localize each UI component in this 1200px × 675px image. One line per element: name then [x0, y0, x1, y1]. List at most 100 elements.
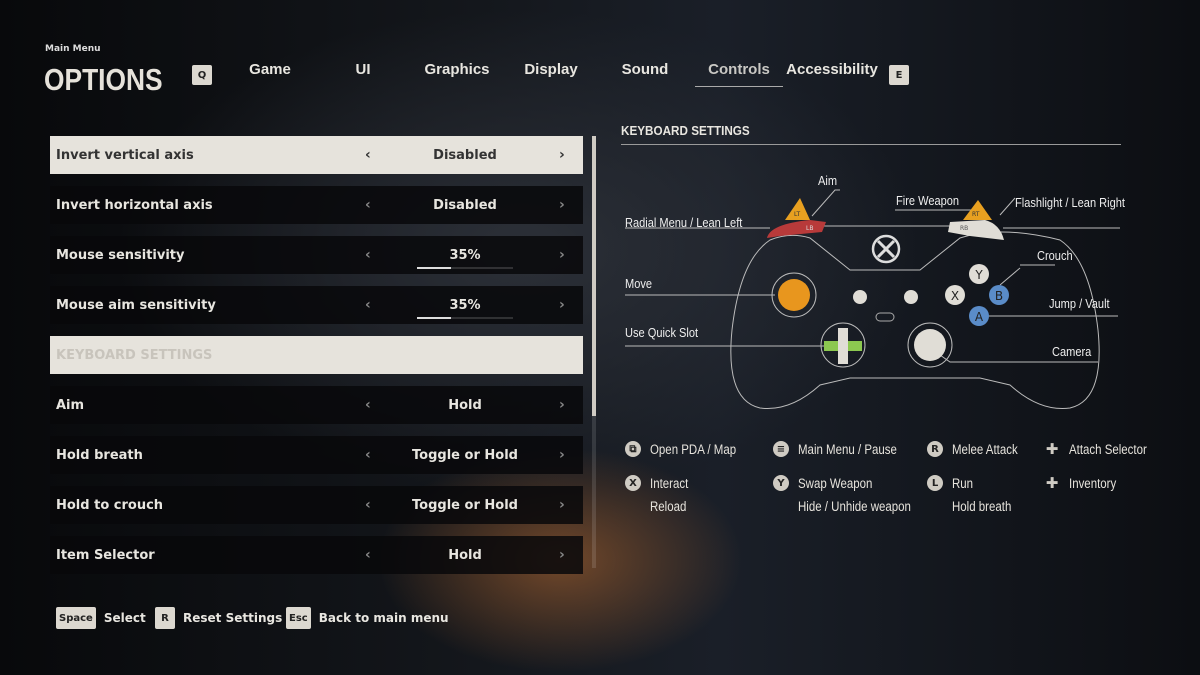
a-glyph: A — [975, 310, 984, 324]
legend-item: X Interact Reload — [625, 472, 695, 518]
tab-ui[interactable]: UI — [356, 61, 371, 78]
setting-label: KEYBOARD SETTINGS — [56, 347, 213, 363]
rb-label: RB — [960, 225, 968, 232]
footer-label: Reset Settings — [183, 611, 283, 625]
setting-row-mouse-sensitivity[interactable]: Mouse sensitivity ‹ 35% › — [50, 236, 583, 274]
chevron-left-icon[interactable]: ‹ — [365, 447, 371, 463]
slider-fill — [417, 267, 451, 269]
chevron-right-icon[interactable]: › — [559, 197, 565, 213]
chevron-right-icon[interactable]: › — [559, 397, 565, 413]
menu-button-icon — [904, 290, 918, 304]
chevron-left-icon[interactable]: ‹ — [365, 247, 371, 263]
lb-label: LB — [806, 225, 813, 232]
legend-item: ≡ Main Menu / Pause — [773, 438, 914, 461]
slider-track[interactable] — [417, 267, 513, 269]
label-fire-weapon: Fire Weapon — [896, 193, 960, 208]
dpad-left-right-icon: ✚ — [1045, 440, 1059, 458]
chevron-left-icon[interactable]: ‹ — [365, 397, 371, 413]
setting-value: Toggle or Hold — [412, 497, 518, 513]
setting-row-item-selector[interactable]: Item Selector ‹ Hold › — [50, 536, 583, 574]
slider-fill — [417, 317, 451, 319]
tab-accessibility[interactable]: Accessibility — [786, 61, 878, 78]
setting-row-aim[interactable]: Aim ‹ Hold › — [50, 386, 583, 424]
label-quick-slot: Use Quick Slot — [625, 325, 699, 340]
rb-bumper-icon — [948, 220, 1004, 240]
b-glyph: B — [995, 289, 1003, 303]
xbox-logo-icon — [871, 234, 901, 264]
legend-text: Attach Selector — [1069, 442, 1147, 457]
right-stick-icon — [914, 329, 946, 361]
label-move: Move — [625, 276, 653, 291]
right-stick-click-icon: R — [927, 441, 943, 457]
dpad-icon — [824, 328, 862, 364]
tab-controls[interactable]: Controls — [708, 61, 770, 78]
label-radial-menu: Radial Menu / Lean Left — [625, 215, 743, 230]
footer-label: Back to main menu — [318, 611, 449, 625]
section-header-keyboard-settings: KEYBOARD SETTINGS — [50, 336, 583, 374]
label-flashlight: Flashlight / Lean Right — [1015, 195, 1125, 210]
slider-track[interactable] — [417, 317, 513, 319]
chevron-left-icon[interactable]: ‹ — [365, 297, 371, 313]
footer-label: Select — [103, 611, 146, 625]
setting-row-mouse-aim-sensitivity[interactable]: Mouse aim sensitivity ‹ 35% › — [50, 286, 583, 324]
setting-label: Mouse sensitivity — [56, 247, 185, 263]
legend-text: Main Menu / Pause — [798, 442, 897, 457]
setting-row-invert-vertical-axis[interactable]: Invert vertical axis ‹ Disabled › — [50, 136, 583, 174]
setting-label: Mouse aim sensitivity — [56, 297, 216, 313]
footer-action-select[interactable]: Space Select — [56, 607, 146, 629]
legend-item: L Run Hold breath — [927, 472, 1022, 518]
view-button-icon: ⧉ — [625, 441, 641, 457]
tab-display[interactable]: Display — [524, 61, 577, 78]
setting-value: Hold — [448, 547, 482, 563]
chevron-right-icon[interactable]: › — [559, 497, 565, 513]
left-stick-click-icon: L — [927, 475, 943, 491]
legend-text: Open PDA / Map — [650, 442, 737, 457]
legend-text: Swap Weapon — [798, 476, 873, 491]
legend-text: Hide / Unhide weapon — [798, 499, 911, 514]
legend-text: Melee Attack — [952, 442, 1018, 457]
chevron-right-icon[interactable]: › — [559, 147, 565, 163]
view-button-icon — [853, 290, 867, 304]
chevron-right-icon[interactable]: › — [559, 447, 565, 463]
chevron-left-icon[interactable]: ‹ — [365, 197, 371, 213]
y-button-icon: Y — [773, 475, 789, 491]
legend-item: ✚ Inventory — [1044, 472, 1125, 495]
chevron-right-icon[interactable]: › — [559, 247, 565, 263]
footer-action-reset-settings[interactable]: R Reset Settings — [155, 607, 282, 629]
setting-label: Hold to crouch — [56, 497, 164, 513]
legend-text: Inventory — [1069, 476, 1117, 491]
tab-sound[interactable]: Sound — [622, 61, 669, 78]
setting-value: Hold — [448, 397, 482, 413]
menu-button-icon: ≡ — [773, 441, 789, 457]
chevron-right-icon[interactable]: › — [559, 297, 565, 313]
setting-label: Aim — [56, 397, 85, 413]
tab-game[interactable]: Game — [249, 61, 291, 78]
legend-item: ⧉ Open PDA / Map — [625, 438, 751, 461]
chevron-right-icon[interactable]: › — [559, 547, 565, 563]
y-glyph: Y — [974, 268, 983, 282]
lt-label: LT — [794, 211, 801, 218]
x-glyph: X — [951, 289, 959, 303]
legend-text: Hold breath — [952, 499, 1012, 514]
x-button-icon: X — [625, 475, 641, 491]
setting-label: Invert vertical axis — [56, 147, 194, 163]
key-hint: Esc — [286, 607, 311, 629]
tab-graphics[interactable]: Graphics — [424, 61, 489, 78]
chevron-left-icon[interactable]: ‹ — [365, 547, 371, 563]
key-hint: R — [155, 607, 175, 629]
setting-label: Hold breath — [56, 447, 143, 463]
chevron-left-icon[interactable]: ‹ — [365, 147, 371, 163]
chevron-left-icon[interactable]: ‹ — [365, 497, 371, 513]
left-stick-icon — [778, 279, 810, 311]
setting-value: Toggle or Hold — [412, 447, 518, 463]
rt-label: RT — [972, 211, 980, 218]
setting-label: Invert horizontal axis — [56, 197, 213, 213]
setting-label: Item Selector — [56, 547, 155, 563]
setting-value: 35% — [449, 297, 481, 313]
setting-row-invert-horizontal-axis[interactable]: Invert horizontal axis ‹ Disabled › — [50, 186, 583, 224]
label-crouch: Crouch — [1037, 248, 1073, 263]
setting-row-hold-to-crouch[interactable]: Hold to crouch ‹ Toggle or Hold › — [50, 486, 583, 524]
setting-row-hold-breath[interactable]: Hold breath ‹ Toggle or Hold › — [50, 436, 583, 474]
footer-action-back-to-main-menu[interactable]: Esc Back to main menu — [286, 607, 449, 629]
legend-text: Run — [952, 476, 974, 491]
